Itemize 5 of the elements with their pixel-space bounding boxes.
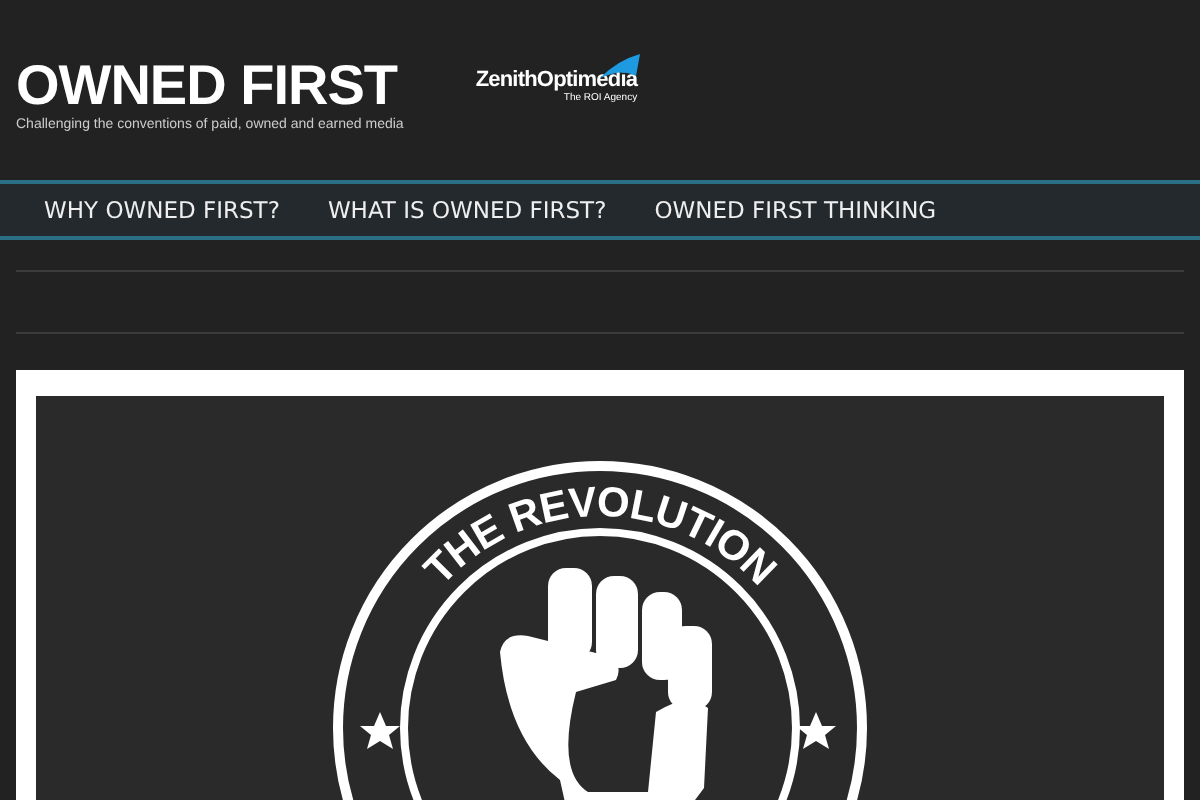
site-title[interactable]: OWNED FIRST (16, 56, 404, 116)
partner-logo-name: ZenithOptimedia (475, 68, 638, 92)
nav-link[interactable]: WHAT IS OWNED FIRST? (307, 196, 627, 224)
nav-link[interactable]: WHY OWNED FIRST? (24, 196, 300, 224)
nav-link[interactable]: OWNED FIRST THINKING (634, 196, 957, 224)
